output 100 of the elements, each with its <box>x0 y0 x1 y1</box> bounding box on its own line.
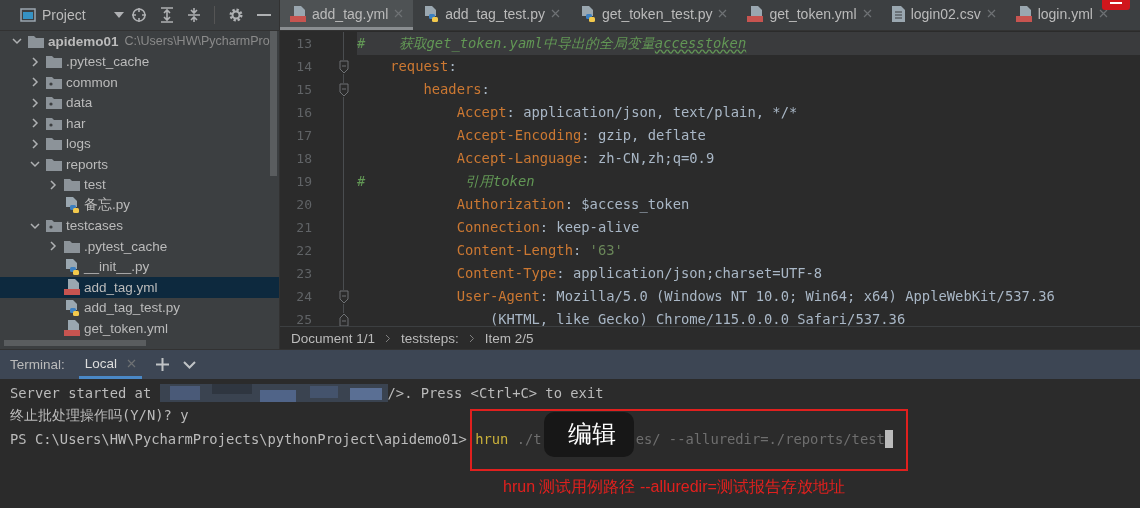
folder-icon <box>46 55 62 69</box>
yml-file-icon <box>1015 5 1032 22</box>
line-number: 15 <box>295 82 312 97</box>
chevron-icon <box>468 333 475 343</box>
scrollbar[interactable] <box>270 31 277 176</box>
editor-tab[interactable]: get_token_test.py <box>569 0 738 30</box>
tree-item[interactable]: test <box>0 174 279 195</box>
line-number: 25 <box>295 312 312 326</box>
tree-item[interactable]: add_tag_test.py <box>0 297 279 318</box>
code-line: Accept: application/json, text/plain, */* <box>455 103 799 122</box>
tree-item[interactable]: .pytest_cache <box>0 51 279 72</box>
tree-item[interactable]: har <box>0 113 279 134</box>
line-number: 24 <box>295 289 312 304</box>
chevron-icon <box>48 179 58 190</box>
minimize-icon[interactable] <box>257 13 271 17</box>
project-path: C:\Users\HW\PycharmPro <box>124 34 270 49</box>
folder-icon <box>64 178 80 192</box>
folder-icon <box>46 75 62 89</box>
close-icon[interactable] <box>718 9 728 18</box>
python-file-icon <box>423 5 440 22</box>
python-file-icon <box>64 197 80 214</box>
breadcrumb-item[interactable]: Document 1/1 <box>291 330 376 346</box>
text-cursor <box>884 429 893 448</box>
line-number: 18 <box>295 151 312 166</box>
close-icon[interactable] <box>127 358 137 368</box>
code-line: Accept-Language: zh-CN,zh;q=0.9 <box>455 149 716 168</box>
python-file-icon <box>64 258 80 275</box>
editor-tab[interactable]: add_tag_test.py <box>413 0 570 30</box>
close-icon[interactable] <box>394 9 404 18</box>
tree-item[interactable]: __init__.py <box>0 256 279 277</box>
code-line: Authorization: $access_token <box>455 195 691 215</box>
command-suggestion: ./t <box>515 430 542 447</box>
code-line: headers: <box>422 80 491 99</box>
python-file-icon <box>579 5 596 22</box>
tree-item[interactable]: reports <box>0 154 279 175</box>
line-number: 13 <box>295 36 312 51</box>
chevron-icon <box>30 97 40 108</box>
tree-item[interactable]: .pytest_cache <box>0 236 279 257</box>
caret-icon <box>113 12 124 18</box>
line-number: 21 <box>295 220 312 235</box>
folder-icon <box>28 34 44 48</box>
code-line: Connection: keep-alive <box>455 218 641 237</box>
folder-icon <box>46 157 62 171</box>
editor-tab[interactable]: login.yml <box>1005 0 1118 30</box>
terminal-text: Server started at <box>10 384 153 401</box>
yml-file-icon <box>747 5 764 22</box>
terminal-command: hrun <box>475 430 509 447</box>
code-line: # 引用token <box>357 172 536 191</box>
close-icon[interactable] <box>862 9 872 18</box>
scrollbar[interactable] <box>4 339 146 346</box>
tree-item[interactable]: 备忘.py <box>0 195 279 216</box>
terminal-label: Terminal: <box>10 357 65 372</box>
corner-badge-icon <box>1102 0 1130 10</box>
terminal-text: />. Press <Ctrl+C> to exit <box>387 384 604 401</box>
code-line: User-Agent: Mozilla/5.0 (Windows NT 10.0; Win64; x64) AppleWebKit/537.36 <box>455 287 1056 306</box>
yml-file-icon <box>290 5 306 22</box>
close-icon[interactable] <box>1098 9 1108 18</box>
code-line: Content-Type: application/json;charset=UTF-8 <box>455 264 824 283</box>
terminal-text: 终止批处理操作吗(Y/N)? y <box>10 406 189 425</box>
tree-item[interactable]: logs <box>0 133 279 154</box>
line-number: 19 <box>295 174 312 189</box>
command-suggestion: es/ --alluredir=./reports/test <box>635 430 885 447</box>
tree-item[interactable]: common <box>0 72 279 93</box>
chevron-icon <box>12 36 22 47</box>
close-icon[interactable] <box>986 9 996 18</box>
tree-item[interactable]: add_tag.yml <box>0 277 279 298</box>
breadcrumb-item[interactable]: teststeps: <box>401 330 459 346</box>
editor-tab[interactable]: get_token.yml <box>737 0 882 30</box>
tree-item[interactable]: apidemo01 C:\Users\HW\PycharmPro <box>0 31 279 52</box>
folder-icon <box>46 219 62 233</box>
chevron-icon <box>30 118 40 129</box>
editor-tab[interactable]: login02.csv <box>881 0 1006 30</box>
chevron-icon <box>48 241 58 252</box>
project-view-selector[interactable]: Project <box>20 7 124 23</box>
locate-icon[interactable] <box>131 7 147 23</box>
chevron-icon <box>30 159 40 170</box>
text-file-icon <box>891 5 905 22</box>
tooltip: 编辑 <box>543 412 634 457</box>
close-icon[interactable] <box>550 9 560 18</box>
code-line: Accept-Encoding: gzip, deflate <box>455 126 707 145</box>
chevron-icon <box>385 333 392 343</box>
line-number: 20 <box>295 197 312 212</box>
collapse-all-icon[interactable] <box>187 7 201 23</box>
chevron-icon <box>30 220 40 231</box>
line-number: 17 <box>295 128 312 143</box>
expand-all-icon[interactable] <box>160 7 174 23</box>
breadcrumb-item[interactable]: Item 2/5 <box>484 330 534 346</box>
add-icon[interactable] <box>156 358 170 371</box>
terminal-text: PS C:\Users\HW\PycharmProjects\pythonProject\apidemo01> <box>10 430 468 447</box>
folder-icon <box>46 116 62 130</box>
tree-item[interactable]: get_token.yml <box>0 318 279 339</box>
chevron-icon <box>30 77 40 88</box>
editor-tab[interactable]: add_tag.yml <box>280 0 414 30</box>
yml-file-icon <box>64 279 80 296</box>
settings-icon[interactable] <box>228 7 244 23</box>
tree-item[interactable]: testcases <box>0 215 279 236</box>
tree-item[interactable]: data <box>0 92 279 113</box>
folder-icon <box>46 96 62 110</box>
chevron-down-icon[interactable] <box>183 360 197 369</box>
line-number: 14 <box>295 59 312 74</box>
